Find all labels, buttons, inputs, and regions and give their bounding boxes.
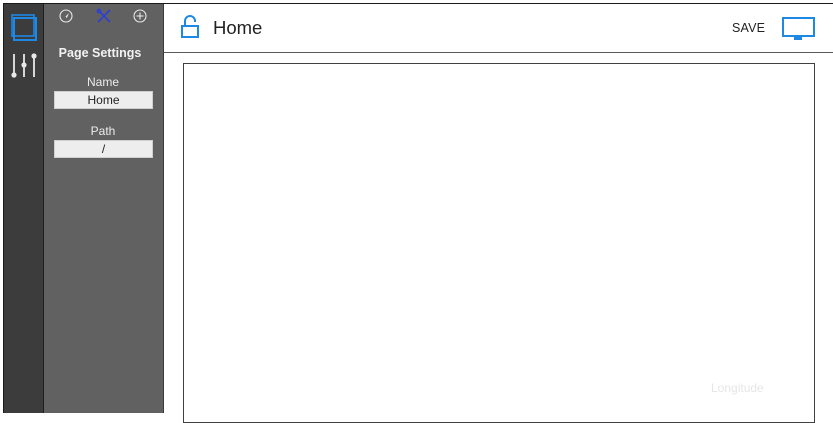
monitor-icon <box>782 17 815 40</box>
page-settings-panel: Page Settings Name Path <box>44 4 164 413</box>
path-label: Path <box>90 124 116 138</box>
longitude-label: Longitude <box>711 381 764 395</box>
page-canvas[interactable]: Longitude <box>183 63 815 423</box>
panel-title: Page Settings <box>58 46 142 60</box>
navigate-icon <box>59 9 73 23</box>
add-button[interactable] <box>131 7 149 25</box>
pages-rail-button[interactable] <box>9 12 39 42</box>
editor-header: Home SAVE <box>164 4 833 53</box>
sliders-icon <box>11 53 37 78</box>
tools-button[interactable] <box>95 7 113 25</box>
icon-rail <box>4 4 44 413</box>
path-field[interactable] <box>54 140 153 158</box>
lock-button[interactable] <box>179 14 201 40</box>
panel-toolbar <box>44 7 164 25</box>
save-button[interactable]: SAVE <box>732 21 765 35</box>
unlocked-lock-icon <box>181 15 199 38</box>
pages-icon <box>11 14 37 41</box>
add-icon <box>133 9 147 23</box>
page-title: Home <box>213 17 263 38</box>
name-label: Name <box>86 75 119 89</box>
editor-area: Home SAVE Longitude <box>164 4 833 423</box>
navigate-button[interactable] <box>57 7 75 25</box>
device-preview-button[interactable] <box>780 15 818 43</box>
tools-icon <box>96 8 111 23</box>
name-field[interactable] <box>54 91 153 109</box>
app-window: Page Settings Name Path Home SAVE <box>3 3 833 423</box>
properties-rail-button[interactable] <box>9 51 39 81</box>
